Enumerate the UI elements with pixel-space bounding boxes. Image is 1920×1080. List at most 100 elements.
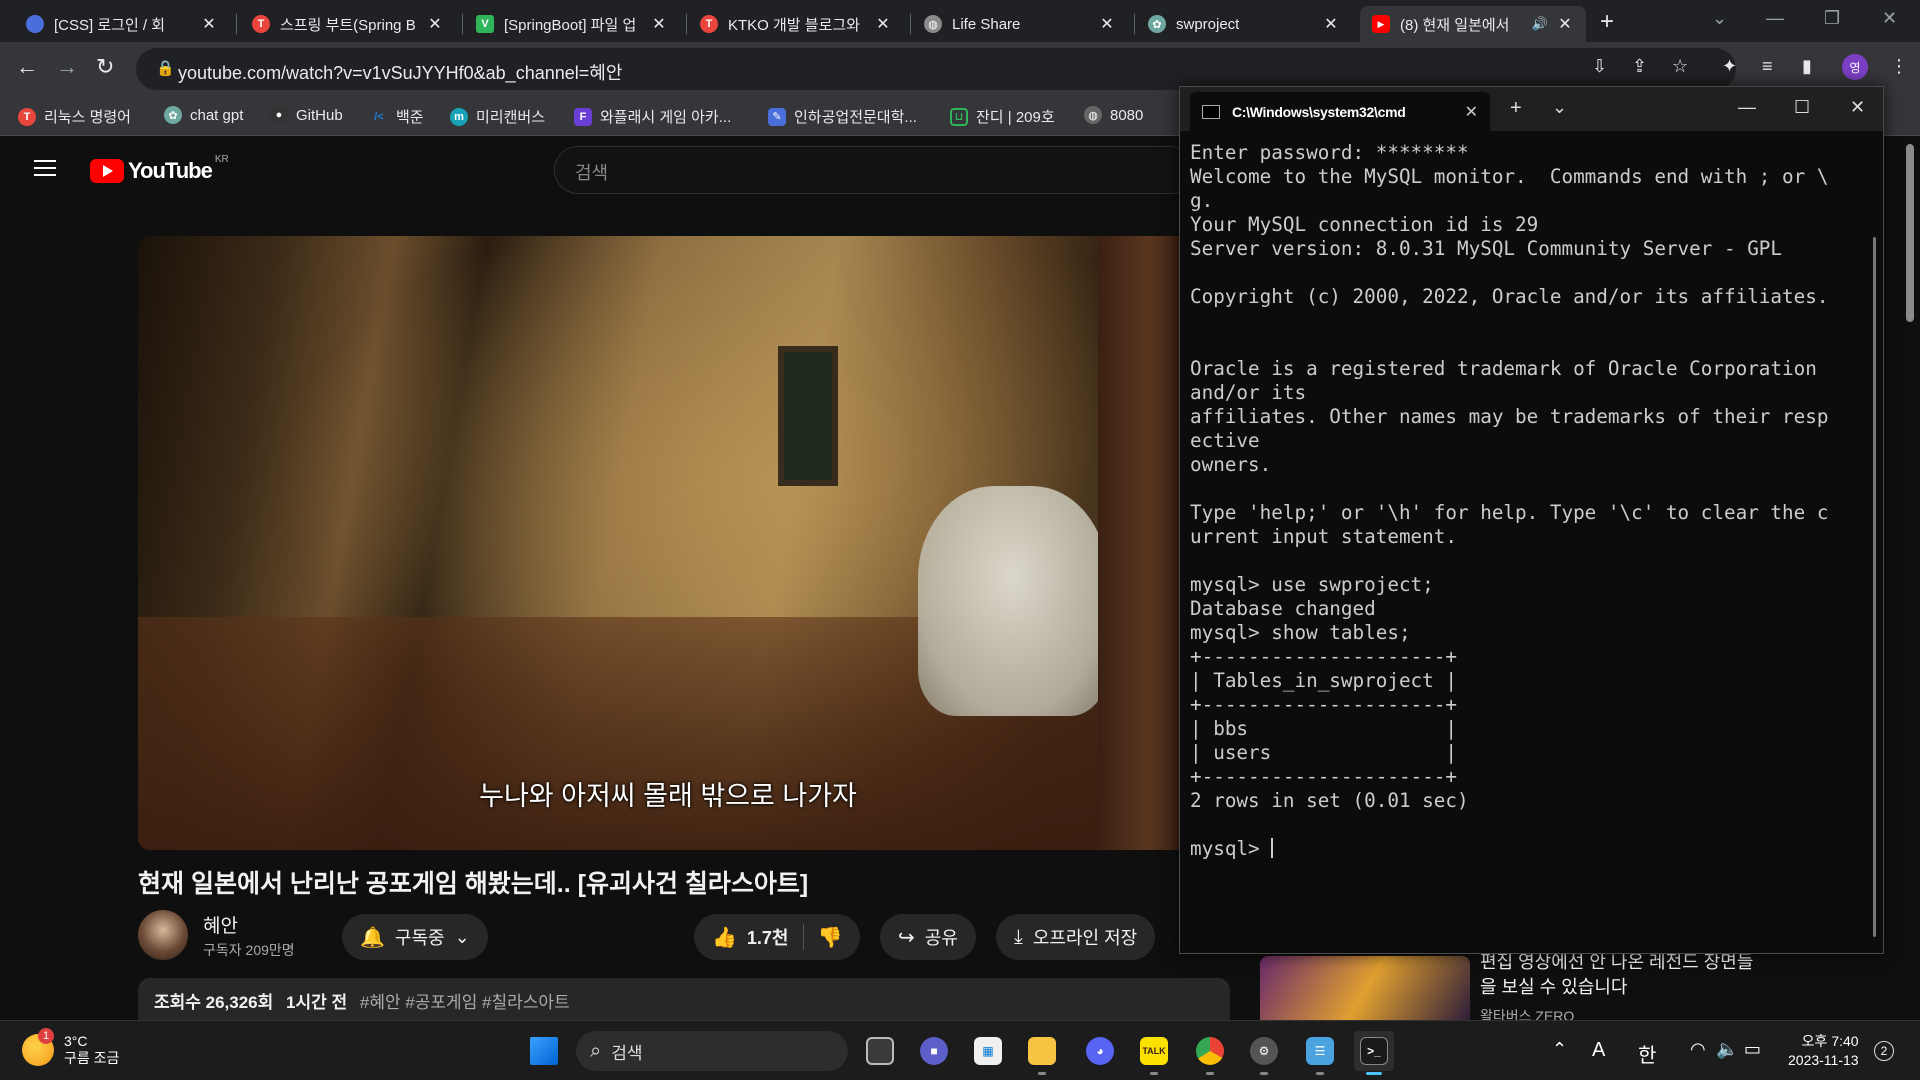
media-control-icon[interactable]: ≡ bbox=[1762, 56, 1773, 77]
bookmark-item[interactable]: ● GitHub bbox=[270, 106, 343, 124]
taskbar-search[interactable]: ⌕ 검색 bbox=[576, 1031, 848, 1071]
new-tab-icon[interactable]: + bbox=[1510, 97, 1522, 120]
bookmark-item[interactable]: F 와플래시 게임 아카... bbox=[574, 106, 731, 127]
extensions-icon[interactable]: ✦ bbox=[1722, 56, 1737, 77]
teams-chat-button[interactable]: ■ bbox=[914, 1031, 954, 1071]
lock-icon[interactable]: 🔒 bbox=[156, 59, 175, 77]
bookmark-label: 인하공업전문대학... bbox=[794, 109, 917, 126]
cmd-tab[interactable]: C:\Windows\system32\cmd ✕ bbox=[1190, 92, 1490, 131]
terminal-output[interactable]: Enter password: ******** Welcome to the M… bbox=[1190, 141, 1850, 861]
browser-tab[interactable]: T KTKO 개발 블로그와 ✕ bbox=[688, 6, 904, 42]
cmd-titlebar[interactable]: C:\Windows\system32\cmd ✕ + ⌄ — ☐ ✕ bbox=[1180, 87, 1883, 131]
cmd-window[interactable]: C:\Windows\system32\cmd ✕ + ⌄ — ☐ ✕ Ente… bbox=[1179, 86, 1884, 954]
close-tab-icon[interactable]: ✕ bbox=[426, 14, 444, 34]
share-button[interactable]: ↪ 공유 bbox=[880, 914, 976, 960]
store-button[interactable]: ▦ bbox=[968, 1031, 1008, 1071]
hashtags[interactable]: #혜안 #공포게임 #칠라스아트 bbox=[360, 993, 570, 1012]
bookmark-item[interactable]: ◍ 8080 bbox=[1084, 106, 1143, 124]
browser-tab[interactable]: ◍ Life Share ✕ bbox=[912, 6, 1128, 42]
browser-tab-active[interactable]: ▶ (8) 현재 일본에서 🔊 ✕ bbox=[1360, 6, 1586, 42]
bookmark-item[interactable]: T 리눅스 명령어 bbox=[18, 106, 131, 127]
battery-icon[interactable]: ▭ bbox=[1744, 1039, 1761, 1060]
close-tab-icon[interactable]: ✕ bbox=[874, 14, 892, 34]
browser-tab[interactable]: [CSS] 로그인 / 회 ✕ bbox=[14, 6, 230, 42]
restore-icon[interactable]: ❐ bbox=[1824, 8, 1840, 29]
minimize-icon[interactable]: — bbox=[1738, 97, 1756, 118]
notepad-button[interactable]: ☰ bbox=[1300, 1031, 1340, 1075]
chrome-button[interactable] bbox=[1190, 1031, 1230, 1075]
terminal-prompt-line[interactable]: mysql> bbox=[1190, 837, 1850, 861]
ime-language-label[interactable]: 한 bbox=[1638, 1039, 1656, 1068]
channel-name[interactable]: 혜안 bbox=[203, 911, 238, 938]
url-text[interactable]: youtube.com/watch?v=v1vSuJYYHf0&ab_chann… bbox=[178, 59, 622, 85]
dislike-thumb-icon[interactable]: 👎 bbox=[818, 925, 843, 950]
tab-title: (8) 현재 일본에서 bbox=[1400, 16, 1510, 34]
volume-icon[interactable]: 🔈 bbox=[1716, 1039, 1738, 1060]
browser-tab[interactable]: V [SpringBoot] 파일 업 ✕ bbox=[464, 6, 680, 42]
menu-hamburger-icon[interactable] bbox=[34, 160, 56, 176]
close-tab-icon[interactable]: ✕ bbox=[1556, 14, 1574, 34]
channel-avatar[interactable] bbox=[138, 910, 188, 960]
close-tab-icon[interactable]: ✕ bbox=[200, 14, 218, 34]
bookmark-item[interactable]: m 미리캔버스 bbox=[450, 106, 545, 127]
bookmark-item[interactable]: ✎ 인하공업전문대학... bbox=[768, 106, 917, 127]
browser-tab[interactable]: T 스프링 부트(Spring B ✕ bbox=[240, 6, 456, 42]
bookmark-item[interactable]: ⊔ 잔디 | 209호 bbox=[950, 106, 1055, 127]
menu-kebab-icon[interactable]: ⋮ bbox=[1890, 56, 1908, 77]
search-input[interactable]: 검색 bbox=[554, 146, 1194, 194]
close-tab-icon[interactable]: ✕ bbox=[1098, 14, 1116, 34]
dropdown-chevron-icon[interactable]: ⌄ bbox=[1552, 97, 1567, 118]
profile-avatar[interactable]: 영 bbox=[1842, 54, 1868, 80]
speaker-icon[interactable]: 🔊 bbox=[1532, 16, 1548, 32]
back-icon[interactable]: ← bbox=[16, 54, 38, 80]
settings-button[interactable]: ⚙ bbox=[1244, 1031, 1284, 1075]
start-button[interactable] bbox=[524, 1031, 564, 1071]
wifi-icon[interactable]: ◠ bbox=[1690, 1039, 1706, 1060]
kakaotalk-button[interactable]: TALK bbox=[1134, 1031, 1174, 1075]
close-window-icon[interactable]: ✕ bbox=[1882, 8, 1897, 29]
maximize-icon[interactable]: ☐ bbox=[1794, 97, 1810, 118]
terminal-line: | users | bbox=[1190, 741, 1457, 764]
close-tab-icon[interactable]: ✕ bbox=[650, 14, 668, 34]
new-tab-button[interactable]: + bbox=[1600, 8, 1614, 36]
like-thumb-icon[interactable]: 👍 bbox=[712, 925, 737, 950]
description-box[interactable]: 조회수 26,326회 1시간 전 #혜안 #공포게임 #칠라스아트 bbox=[138, 978, 1230, 1020]
browser-tab[interactable]: ✿ swproject ✕ bbox=[1136, 6, 1352, 42]
minimize-icon[interactable]: — bbox=[1766, 8, 1784, 29]
page-scrollbar[interactable] bbox=[1906, 144, 1914, 322]
address-bar[interactable]: 🔒 youtube.com/watch?v=v1vSuJYYHf0&ab_cha… bbox=[136, 48, 1736, 90]
related-video-title[interactable]: 편집 영상에선 안 나온 레전드 장면들을 보실 수 있습니다 bbox=[1480, 950, 1760, 1000]
tab-search-icon[interactable]: ⌄ bbox=[1712, 8, 1727, 29]
youtube-logo[interactable]: YouTube KR bbox=[90, 154, 229, 184]
close-tab-icon[interactable]: ✕ bbox=[1322, 14, 1340, 34]
windows-logo-icon bbox=[530, 1037, 558, 1065]
weather-widget[interactable]: 1 3°C 구름 조금 bbox=[22, 1028, 119, 1067]
reload-icon[interactable]: ↻ bbox=[96, 54, 114, 80]
tray-overflow-icon[interactable]: ⌃ bbox=[1552, 1039, 1567, 1060]
terminal-scrollbar[interactable] bbox=[1873, 237, 1876, 937]
video-player[interactable]: 누나와 아저씨 몰래 밖으로 나가자 bbox=[138, 236, 1198, 850]
clock[interactable]: 오후 7:40 2023-11-13 bbox=[1788, 1032, 1859, 1070]
ime-mode-label[interactable]: A bbox=[1592, 1039, 1605, 1062]
like-count[interactable]: 1.7천 bbox=[747, 924, 789, 950]
close-window-icon[interactable]: ✕ bbox=[1850, 97, 1865, 118]
related-video-channel[interactable]: 왈타버스 ZERO bbox=[1480, 1006, 1574, 1020]
download-button[interactable]: ⤓ 오프라인 저장 bbox=[996, 914, 1156, 960]
share-icon[interactable]: ⇪ bbox=[1632, 56, 1647, 77]
close-tab-icon[interactable]: ✕ bbox=[1465, 102, 1478, 122]
bookmark-star-icon[interactable]: ☆ bbox=[1672, 56, 1688, 77]
bookmark-item[interactable]: /< 백준 bbox=[370, 106, 423, 127]
terminal-button[interactable]: >_ bbox=[1354, 1031, 1394, 1075]
task-view-button[interactable] bbox=[860, 1031, 900, 1071]
forward-icon[interactable]: → bbox=[56, 54, 78, 80]
bookmark-item[interactable]: ✿ chat gpt bbox=[164, 106, 243, 124]
subscribed-button[interactable]: 🔔 구독중 ⌄ bbox=[342, 914, 488, 960]
file-explorer-button[interactable] bbox=[1022, 1031, 1062, 1075]
discord-button[interactable]: ◕ bbox=[1080, 1031, 1120, 1071]
notification-badge[interactable]: 2 bbox=[1874, 1041, 1894, 1061]
side-panel-icon[interactable]: ▮ bbox=[1802, 56, 1812, 77]
terminal-line: g. bbox=[1190, 189, 1214, 212]
install-icon[interactable]: ⇩ bbox=[1592, 56, 1607, 77]
related-video-thumbnail[interactable] bbox=[1260, 956, 1470, 1020]
tab-separator bbox=[686, 14, 687, 34]
